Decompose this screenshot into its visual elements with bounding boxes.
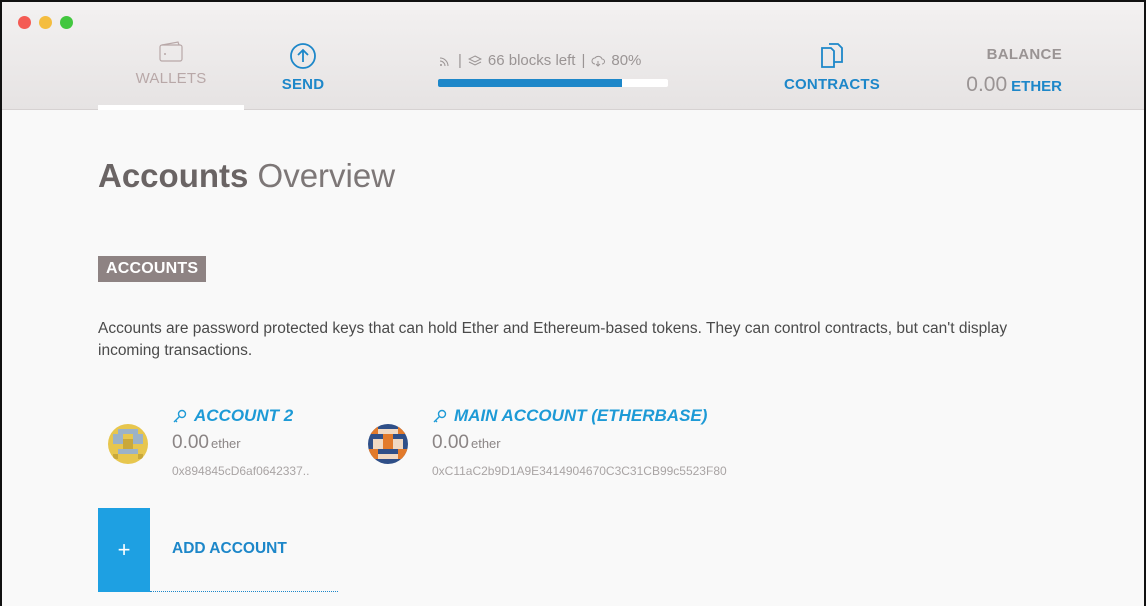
documents-icon xyxy=(821,43,843,68)
page-title: Accounts Overview xyxy=(98,157,395,195)
account-name: MAIN ACCOUNT (ETHERBASE) xyxy=(454,406,708,425)
account-address: 0x894845cD6af0642337.. xyxy=(172,464,310,478)
zoom-window-button[interactable] xyxy=(60,16,73,29)
account-avatar xyxy=(108,424,148,464)
account-card[interactable]: MAIN ACCOUNT (ETHERBASE) 0.00 ether 0xC11… xyxy=(368,406,788,496)
nav-contracts-label: CONTRACTS xyxy=(784,76,880,93)
account-unit: ether xyxy=(470,436,501,451)
sync-separator: | xyxy=(458,52,462,69)
balance-value: 0.00 xyxy=(966,73,1008,96)
nav-contracts[interactable]: CONTRACTS xyxy=(777,42,887,93)
balance-label: BALANCE xyxy=(986,46,1062,63)
accounts-section-tag: ACCOUNTS xyxy=(98,256,207,282)
minimize-window-button[interactable] xyxy=(39,16,52,29)
wallet-icon xyxy=(159,41,183,62)
active-tab-indicator xyxy=(98,105,244,110)
account-avatar xyxy=(368,424,408,464)
sync-progress-bar xyxy=(438,79,668,87)
account-balance: 0.00 xyxy=(172,432,209,453)
add-account-underline xyxy=(150,591,338,592)
key-icon xyxy=(173,409,187,423)
arrow-up-circle-icon xyxy=(290,43,316,69)
nav-wallets[interactable]: WALLETS xyxy=(98,40,244,110)
sync-progress-fill xyxy=(438,79,622,87)
add-account-button[interactable]: + ADD ACCOUNT xyxy=(98,508,338,592)
account-balance: 0.00 xyxy=(432,432,469,453)
page-title-light: Overview xyxy=(257,157,396,194)
add-account-label: ADD ACCOUNT xyxy=(172,540,287,557)
cloud-download-icon xyxy=(591,55,606,67)
sync-status: | 66 blocks left | 80% xyxy=(438,52,670,87)
account-unit: ether xyxy=(210,436,241,451)
signal-icon xyxy=(439,57,449,66)
sync-separator-2: | xyxy=(581,52,586,69)
sync-progress-text: 80% xyxy=(611,52,642,69)
account-card[interactable]: ACCOUNT 2 0.00 ether 0x894845cD6af0642337… xyxy=(108,406,348,496)
plus-icon: + xyxy=(98,508,150,592)
key-icon xyxy=(433,409,447,423)
total-balance: BALANCE 0.00 ETHER xyxy=(952,46,1062,97)
account-name: ACCOUNT 2 xyxy=(194,406,294,425)
close-window-button[interactable] xyxy=(18,16,31,29)
layers-icon xyxy=(467,54,482,66)
nav-wallets-label: WALLETS xyxy=(135,70,207,87)
app-window: WALLETS SEND | 66 blocks left | 80% CONT… xyxy=(0,0,1146,606)
balance-unit: ETHER xyxy=(1011,78,1062,95)
top-bar: WALLETS SEND | 66 blocks left | 80% CONT… xyxy=(2,2,1144,110)
nav-send-label: SEND xyxy=(281,76,325,93)
window-controls xyxy=(18,16,73,29)
account-address: 0xC11aC2b9D1A9E3414904670C3C31CB99c5523F… xyxy=(432,464,727,478)
nav-send[interactable]: SEND xyxy=(264,42,342,93)
blocks-left-text: 66 blocks left xyxy=(487,52,576,69)
page-title-bold: Accounts xyxy=(98,157,249,194)
accounts-description: Accounts are password protected keys tha… xyxy=(98,320,1008,359)
